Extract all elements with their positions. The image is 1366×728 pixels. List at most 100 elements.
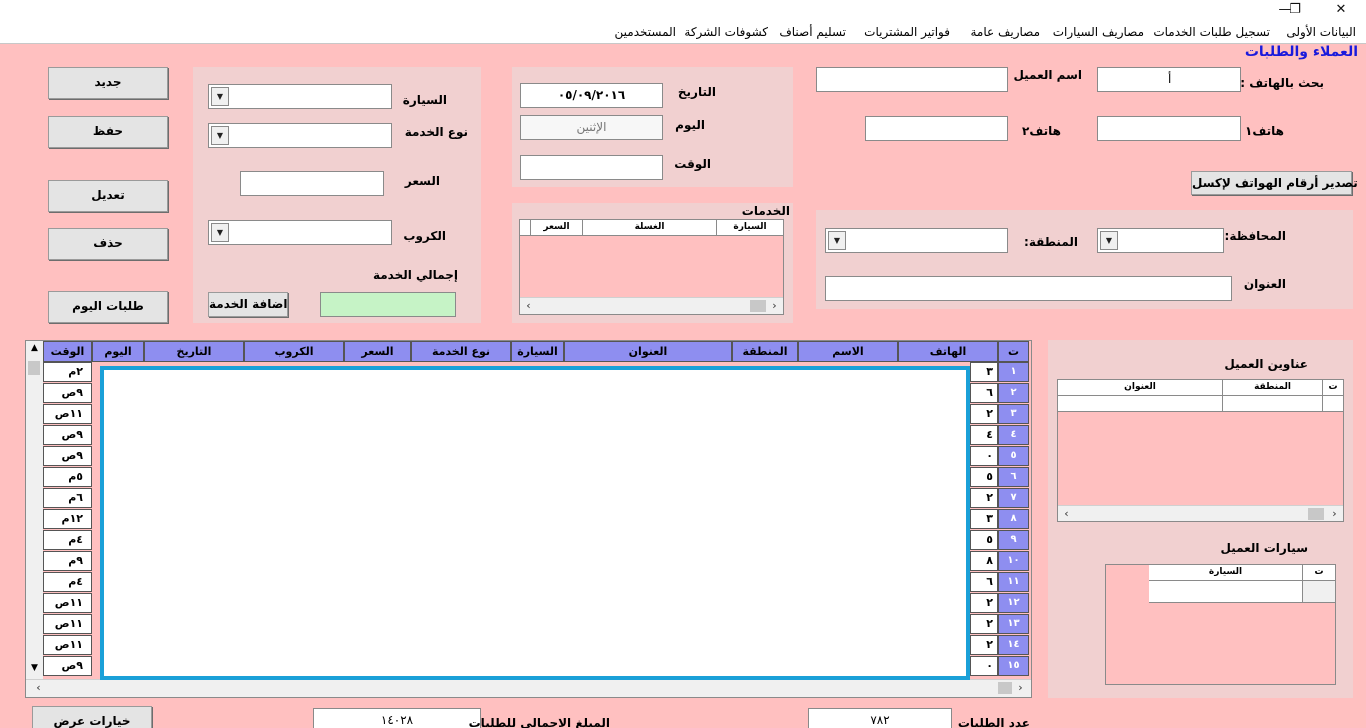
time-cell[interactable]: ٩ص [43,383,92,403]
services-grid[interactable]: السيارة الغسلة السعر ‹ › [519,219,784,315]
cars-col-car[interactable]: السيارة [1149,565,1303,581]
phone-cell[interactable]: ٦ [970,572,998,592]
chevron-down-icon[interactable]: ▼ [211,223,229,242]
phone-cell[interactable]: ٣ [970,509,998,529]
menu-service-orders[interactable]: تسجيل طلبات الخدمات [1153,25,1270,39]
menu-car-expenses[interactable]: مصاريف السيارات [1053,25,1144,39]
time-cell[interactable]: ٥م [43,467,92,487]
orders-hscroll[interactable]: ‹ › [26,679,1031,697]
orders-col-index[interactable]: ت [998,341,1029,362]
services-col-price[interactable]: السعر [531,220,583,236]
time-cell[interactable]: ٩ص [43,446,92,466]
car-select[interactable]: ▼ [208,84,392,109]
price-input[interactable] [240,171,384,196]
row-number[interactable]: ٩ [998,530,1029,550]
phone-cell[interactable]: ٢ [970,614,998,634]
cars-cell[interactable] [1149,581,1303,603]
orders-col-time[interactable]: الوقت [43,341,92,362]
phone-cell[interactable]: ٢ [970,404,998,424]
phone-cell[interactable]: ٢ [970,488,998,508]
customer-cars-grid[interactable]: ت السيارة [1105,564,1336,685]
time-cell[interactable]: ٤م [43,530,92,550]
addresses-col-address[interactable]: العنوان [1058,380,1223,396]
scroll-right-icon[interactable]: › [766,298,783,314]
addresses-col-region[interactable]: المنطقة [1223,380,1323,396]
time-cell[interactable]: ١١ص [43,593,92,613]
addresses-cell[interactable] [1058,396,1223,412]
phone-cell[interactable]: ٣ [970,362,998,382]
orders-col-coupon[interactable]: الكروب [244,341,344,362]
row-number[interactable]: ١٣ [998,614,1029,634]
time-cell[interactable]: ٤م [43,572,92,592]
phone1-input[interactable] [1097,116,1241,141]
scroll-right-icon[interactable]: › [1326,506,1343,521]
scroll-thumb[interactable] [750,300,766,312]
cars-cell[interactable] [1303,581,1335,603]
orders-col-day[interactable]: اليوم [92,341,144,362]
close-icon[interactable]: ✕ [1328,1,1354,19]
scroll-left-icon[interactable]: ‹ [520,298,537,314]
row-number[interactable]: ٨ [998,509,1029,529]
scroll-right-icon[interactable]: › [1012,680,1029,696]
menu-purchase-invoices[interactable]: فواتير المشتريات [864,25,950,39]
time-cell[interactable]: ١١ص [43,404,92,424]
addresses-cell[interactable] [1223,396,1323,412]
time-cell[interactable]: ٦م [43,488,92,508]
customer-addresses-grid[interactable]: ت المنطقة العنوان ‹ › [1057,379,1344,522]
phone-cell[interactable]: ٤ [970,425,998,445]
scroll-left-icon[interactable]: ‹ [1058,506,1075,521]
scroll-thumb[interactable] [998,682,1012,694]
phone-cell[interactable]: ٢ [970,635,998,655]
phone2-input[interactable] [865,116,1008,141]
orders-col-region[interactable]: المنطقة [732,341,798,362]
time-cell[interactable]: ٩م [43,551,92,571]
search-phone-input[interactable]: أ [1097,67,1241,92]
new-button[interactable]: جديد [48,67,168,99]
menu-users[interactable]: المستخدمين [615,25,676,39]
menu-basic-data[interactable]: البيانات الأولى [1286,25,1356,39]
addresses-cell[interactable] [1323,396,1343,412]
service-type-select[interactable]: ▼ [208,123,392,148]
phone-cell[interactable]: ٢ [970,593,998,613]
save-button[interactable]: حفظ [48,116,168,148]
orders-col-price[interactable]: السعر [344,341,411,362]
add-service-button[interactable]: اضافة الخدمة [208,292,288,317]
customer-name-input[interactable] [816,67,1008,92]
phone-cell[interactable]: ٦ [970,383,998,403]
row-number[interactable]: ١٥ [998,656,1029,676]
row-number[interactable]: ١٤ [998,635,1029,655]
menu-general-expenses[interactable]: مصاريف عامة [970,25,1040,39]
scroll-up-icon[interactable]: ▲ [26,343,43,353]
menu-company-statements[interactable]: كشوفات الشركة [684,25,768,39]
menu-items-delivery[interactable]: تسليم أصناف [779,25,846,39]
orders-col-car[interactable]: السيارة [511,341,564,362]
row-number[interactable]: ٦ [998,467,1029,487]
orders-col-service-type[interactable]: نوع الخدمة [411,341,511,362]
phone-cell[interactable]: ٨ [970,551,998,571]
scroll-thumb[interactable] [1308,508,1324,520]
scroll-left-icon[interactable]: ‹ [30,680,47,696]
export-phones-excel-button[interactable]: تصدير أرقام الهواتف لإكسل [1191,171,1358,195]
edit-button[interactable]: تعديل [48,180,168,212]
restore-icon[interactable]: ❐ [1282,1,1308,19]
scroll-thumb[interactable] [28,361,40,375]
orders-col-phone[interactable]: الهاتف [898,341,998,362]
row-number[interactable]: ٤ [998,425,1029,445]
row-number[interactable]: ٣ [998,404,1029,424]
scroll-down-icon[interactable]: ▼ [26,663,43,673]
date-input[interactable]: ٠٥/٠٩/٢٠١٦ [520,83,663,108]
coupon-select[interactable]: ▼ [208,220,392,245]
cars-col-index[interactable]: ت [1303,565,1335,581]
services-col-car[interactable]: السيارة [717,220,783,236]
time-input[interactable] [520,155,663,180]
chevron-down-icon[interactable]: ▼ [828,231,846,250]
time-cell[interactable]: ١١ص [43,635,92,655]
row-number[interactable]: ١٢ [998,593,1029,613]
services-hscroll[interactable]: ‹ › [520,297,783,314]
chevron-down-icon[interactable]: ▼ [211,87,229,106]
services-col-wash[interactable]: الغسلة [583,220,717,236]
phone-cell[interactable]: ٠ [970,446,998,466]
orders-col-date[interactable]: التاريخ [144,341,244,362]
row-number[interactable]: ١٠ [998,551,1029,571]
addresses-hscroll[interactable]: ‹ › [1058,505,1343,521]
